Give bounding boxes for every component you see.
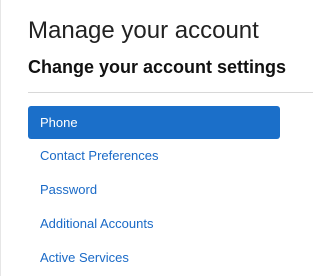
nav-item-contact-preferences[interactable]: Contact Preferences <box>28 139 280 173</box>
page-subtitle: Change your account settings <box>28 57 287 77</box>
page-title: Manage your account <box>28 17 259 44</box>
nav-item-additional-accounts[interactable]: Additional Accounts <box>28 207 280 241</box>
account-settings-panel: Manage your account Change your account … <box>0 0 313 276</box>
divider <box>28 92 313 93</box>
nav-item-active-services[interactable]: Active Services <box>28 241 280 275</box>
settings-nav: Phone Contact Preferences Password Addit… <box>28 106 280 275</box>
nav-item-password[interactable]: Password <box>28 173 280 207</box>
nav-item-phone[interactable]: Phone <box>28 106 280 139</box>
